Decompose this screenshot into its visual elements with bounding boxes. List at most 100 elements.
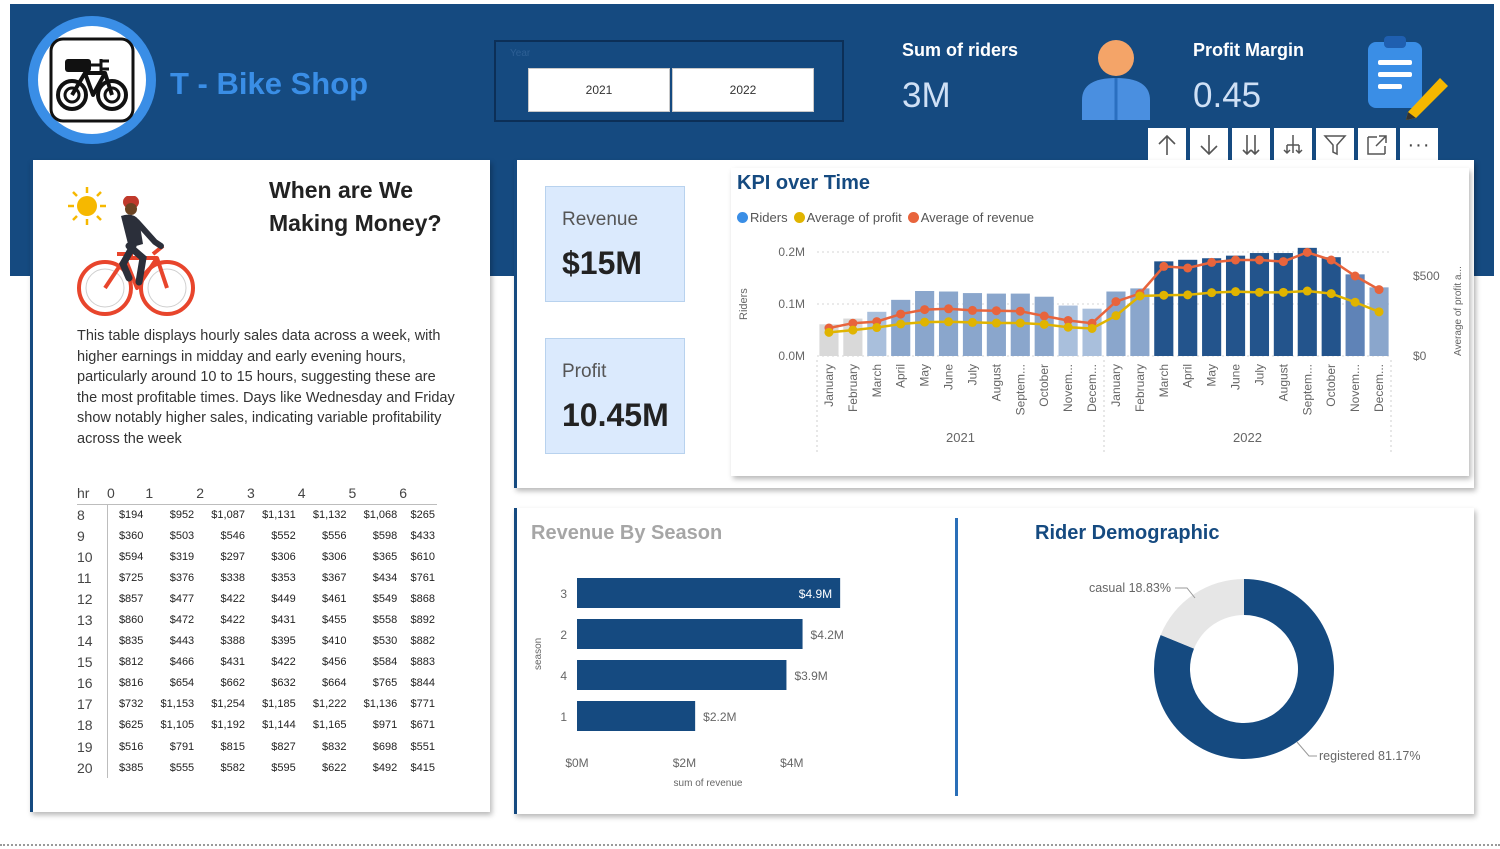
year-option-2021[interactable]: 2021 [528,68,670,112]
x-tick-label: March [1157,364,1171,397]
sales-cell: $1,185 [262,698,296,711]
hour-cell: 11 [77,567,108,589]
sales-cell: $433 [410,529,435,542]
rider-bar[interactable] [1178,259,1198,356]
focus-mode-icon [1367,135,1387,155]
revenue-point [1015,306,1025,316]
profit-point [920,317,930,327]
table-header-cell: 6 [399,484,408,501]
rider-bar[interactable] [1202,258,1222,356]
drill-up-button[interactable] [1148,128,1186,162]
x-tick-label: May [1205,364,1219,387]
sales-cell: $472 [169,614,195,627]
x-tick-label: Septem... [1013,364,1027,415]
table-row: 10 $594 $319 $297 $306 $306 $365 $610 [77,546,437,568]
rider-bar[interactable] [1297,247,1317,356]
sales-cell: $265 [410,508,435,521]
bicycle-icon [49,37,135,123]
season-bar[interactable] [577,619,803,649]
season-bar[interactable] [577,701,696,731]
season-bar-chart[interactable]: 3 $4.9M 2 $4.2M 4 $3.9M 1 $2.2M $0M $2M $4M sum of … [517,558,947,798]
y-tick-label: 0.0M [778,349,805,363]
rider-bar[interactable] [1249,253,1270,356]
sales-cell: $622 [322,761,347,774]
revenue-point [1302,247,1312,257]
sales-cell: $971 [372,719,398,732]
sales-cell: $791 [169,740,195,753]
sales-cell: $857 [118,592,144,605]
demographic-chart-title: Rider Demographic [1035,522,1220,544]
slicer-title: Year [510,48,531,59]
bike-logo [28,16,156,144]
season-bar[interactable] [577,660,787,690]
profit-point [944,317,954,327]
y2-tick-label: $500 [1413,269,1440,283]
table-row: 17 $732 $1,153 $1,254 $1,185 $1,222 $1,136 $771 [77,693,437,715]
table-header-row: hr 0 1 2 3 4 5 6 [77,482,437,504]
more-options-button[interactable]: ··· [1400,128,1438,162]
revenue-point [1278,257,1288,267]
profit-label: Profit [562,361,607,382]
rider-bar[interactable] [1369,287,1389,356]
table-row: 19 $516 $791 $815 $827 $832 $698 $551 [77,736,437,758]
revenue-point [1231,255,1241,265]
rider-donut-chart[interactable]: casual 18.83% registered 81.17% [967,558,1467,808]
sales-cell: $1,165 [312,719,347,732]
revenue-card: Revenue $15M [545,186,685,302]
kpi-over-time-card: Revenue $15M Profit 10.45M KPI over Time… [514,160,1474,488]
sales-cell: $732 [118,698,144,711]
sales-cell: $492 [372,761,398,774]
y2-axis-label: Average of profit a... [1453,266,1464,356]
x-tick-label: February [846,364,860,412]
revenue-point [1374,285,1384,295]
rider-bar[interactable] [1225,255,1246,356]
season-category-label: 1 [560,710,567,724]
profit-point [1254,287,1264,297]
hour-cell: 20 [77,757,108,779]
sales-cell: $558 [372,614,398,627]
section-title: When are We Making Money? [269,177,442,236]
sales-cell: $395 [271,635,296,648]
sales-cell: $662 [220,677,245,690]
sales-cell: $725 [118,571,144,584]
x-tick-label: June [1229,364,1243,390]
expand-hierarchy-button[interactable] [1274,128,1312,162]
table-header-cell: hr [77,484,90,501]
revenue-point [1254,255,1264,265]
revenue-point [967,305,977,315]
casual-slice[interactable] [1160,579,1244,649]
season-demographic-card: Revenue By Season 3 $4.9M 2 $4.2M 4 $3.9M 1 $2.… [514,508,1474,814]
x-tick-label: July [1252,364,1266,385]
double-arrow-down-icon [1242,135,1260,156]
rider-bar[interactable] [1345,274,1365,356]
revenue-point [896,309,906,319]
rider-bar[interactable] [1273,253,1293,356]
profit-point [1278,287,1288,297]
rider-bar[interactable] [1321,257,1341,356]
focus-mode-button[interactable] [1358,128,1396,162]
next-level-button[interactable] [1232,128,1270,162]
hour-cell: 18 [77,714,108,737]
revenue-point [1111,297,1121,307]
table-header-cell: 2 [196,484,204,501]
filter-button[interactable] [1316,128,1354,162]
table-row: 15 $812 $466 $431 $422 $456 $584 $883 [77,651,437,673]
year-option-2022[interactable]: 2022 [672,68,814,112]
table-row: 18 $625 $1,105 $1,192 $1,144 $1,165 $971 $671 [77,714,437,737]
x-tick-label: $2M [673,756,696,770]
sales-cell: $194 [118,508,144,521]
profit-point [896,319,906,329]
x-tick-label: Novem... [1061,364,1075,412]
revenue-point [944,304,954,314]
sales-cell: $771 [410,698,435,711]
profit-point [1039,319,1049,329]
sales-cell: $1,254 [211,698,245,711]
y-tick-label: 0.2M [778,245,805,259]
sales-cell: $319 [169,550,195,563]
season-chart-title: Revenue By Season [531,522,723,544]
sales-cell: $306 [271,550,296,563]
y-axis-label: Riders [738,288,750,320]
sales-cell: $883 [410,656,435,669]
drill-down-button[interactable] [1190,128,1228,162]
kpi-chart-visual[interactable]: KPI over Time Riders Average of profit A… [731,168,1469,476]
